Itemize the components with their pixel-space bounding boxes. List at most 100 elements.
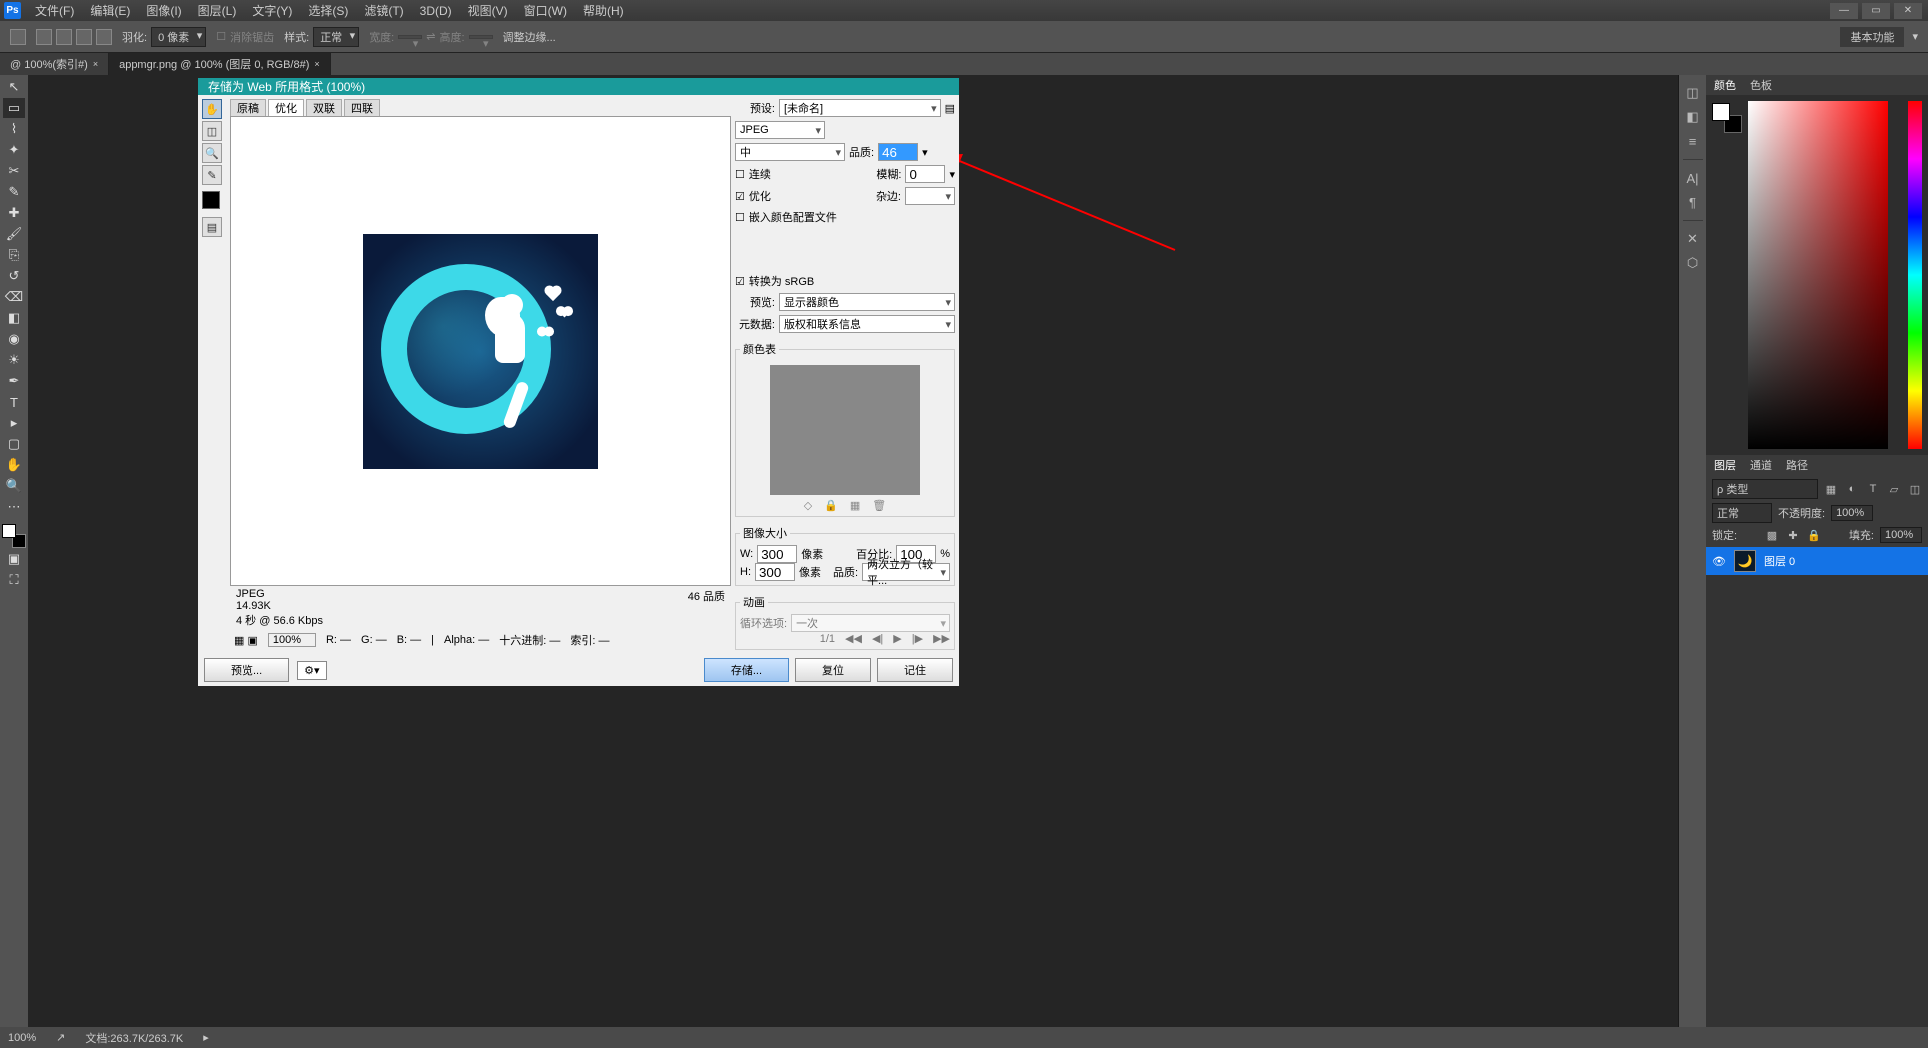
ct-delete-icon[interactable]: 🗑	[872, 499, 886, 512]
foreground-color[interactable]	[2, 524, 16, 538]
foreground-swatch[interactable]	[1712, 103, 1730, 121]
refine-edge-button[interactable]: 调整边缘...	[503, 29, 556, 45]
color-panel-swatches[interactable]	[1712, 103, 1742, 133]
menu-window[interactable]: 窗口(W)	[516, 2, 575, 19]
minimize-button[interactable]: —	[1830, 3, 1858, 19]
eyedropper-color-swatch[interactable]	[202, 191, 220, 209]
fill-input[interactable]: 100%	[1880, 527, 1922, 543]
close-button[interactable]: ✕	[1894, 3, 1922, 19]
layer-name[interactable]: 图层 0	[1764, 553, 1795, 569]
menu-layer[interactable]: 图层(L)	[190, 2, 245, 19]
history-panel-icon[interactable]: ◫	[1683, 83, 1703, 103]
document-tab-2[interactable]: appmgr.png @ 100% (图层 0, RGB/8#) ×	[109, 53, 331, 75]
opacity-input[interactable]: 100%	[1831, 505, 1873, 521]
preset-menu-icon[interactable]: ▤	[945, 102, 955, 115]
style-select[interactable]: 正常	[313, 27, 359, 47]
tab-original[interactable]: 原稿	[230, 99, 266, 117]
layer-thumbnail[interactable]: 🌙	[1734, 550, 1756, 572]
quality-input[interactable]	[878, 143, 918, 161]
ct-map-icon[interactable]: ▦	[850, 499, 860, 512]
toggle-slices-icon[interactable]: ▤	[202, 217, 222, 237]
intersect-selection-icon[interactable]	[96, 29, 112, 45]
remember-button[interactable]: 记住	[877, 658, 953, 682]
color-swatches[interactable]	[2, 524, 26, 548]
marquee-tool-icon[interactable]	[10, 29, 26, 45]
layers-tab[interactable]: 图层	[1714, 457, 1736, 473]
menu-edit[interactable]: 编辑(E)	[82, 2, 138, 19]
move-tool-icon[interactable]: ↖	[3, 77, 25, 97]
color-table[interactable]	[770, 365, 920, 495]
type-panel-icon[interactable]: A|	[1683, 168, 1703, 188]
zoom-tool-icon[interactable]: 🔍	[202, 143, 222, 163]
save-button[interactable]: 存储...	[704, 658, 789, 682]
filter-text-icon[interactable]: T	[1866, 483, 1880, 495]
ct-lock-icon[interactable]: 🔒	[824, 499, 838, 512]
lock-all-icon[interactable]: 🔒	[1807, 529, 1821, 541]
hand-tool-icon[interactable]: ✋	[202, 99, 222, 119]
visibility-icon[interactable]: 👁	[1712, 555, 1726, 568]
format-select[interactable]: JPEG	[735, 121, 825, 139]
optimized-checkbox[interactable]: ☑ 优化	[735, 188, 771, 204]
properties-panel-icon[interactable]: ◧	[1683, 107, 1703, 127]
swatches-tab[interactable]: 色板	[1750, 77, 1772, 93]
arrow-icon[interactable]: ↗	[56, 1031, 65, 1044]
hue-slider[interactable]	[1908, 101, 1922, 449]
convert-srgb-checkbox[interactable]: ☑ 转换为 sRGB	[735, 273, 814, 289]
channels-tab[interactable]: 通道	[1750, 457, 1772, 473]
eyedropper-tool-icon[interactable]: ✎	[3, 182, 25, 202]
preview-button[interactable]: 预览...	[204, 658, 289, 682]
matte-select[interactable]	[905, 187, 955, 205]
brush-tool-icon[interactable]: 🖌	[3, 224, 25, 244]
marquee-tool-icon[interactable]: ▭	[3, 98, 25, 118]
zoom-tool-icon[interactable]: 🔍	[3, 476, 25, 496]
workspace-dropdown-icon[interactable]: ▾	[1912, 30, 1918, 43]
menu-help[interactable]: 帮助(H)	[575, 2, 632, 19]
filter-smart-icon[interactable]: ◫	[1908, 483, 1922, 495]
preset-select[interactable]: [未命名]	[779, 99, 941, 117]
feather-input[interactable]: 0 像素	[151, 27, 206, 47]
ct-new-icon[interactable]: ◇	[804, 499, 812, 512]
doc-size-readout[interactable]: 文档:263.7K/263.7K	[85, 1030, 183, 1046]
slice-select-tool-icon[interactable]: ◫	[202, 121, 222, 141]
menu-3d[interactable]: 3D(D)	[412, 4, 460, 18]
new-selection-icon[interactable]	[36, 29, 52, 45]
paths-tab[interactable]: 路径	[1786, 457, 1808, 473]
color-field[interactable]	[1748, 101, 1888, 449]
progressive-checkbox[interactable]: ☐ 连续	[735, 166, 771, 182]
menu-view[interactable]: 视图(V)	[460, 2, 516, 19]
metadata-select[interactable]: 版权和联系信息	[779, 315, 955, 333]
pen-tool-icon[interactable]: ✒	[3, 371, 25, 391]
height-input[interactable]	[755, 563, 795, 581]
history-brush-tool-icon[interactable]: ↺	[3, 266, 25, 286]
blur-dropdown-icon[interactable]: ▾	[949, 168, 955, 181]
filter-shape-icon[interactable]: ▱	[1887, 483, 1901, 495]
magic-wand-tool-icon[interactable]: ✦	[3, 140, 25, 160]
3d-panel-icon[interactable]: ⬡	[1683, 253, 1703, 273]
blur-input[interactable]	[905, 165, 945, 183]
add-selection-icon[interactable]	[56, 29, 72, 45]
dodge-tool-icon[interactable]: ☀	[3, 350, 25, 370]
tab-close-icon[interactable]: ×	[314, 59, 319, 69]
clone-stamp-tool-icon[interactable]: ⎘	[3, 245, 25, 265]
path-selection-tool-icon[interactable]: ▸	[3, 413, 25, 433]
layer-row[interactable]: 👁 🌙 图层 0	[1706, 547, 1928, 575]
blur-tool-icon[interactable]: ◉	[3, 329, 25, 349]
cancel-button[interactable]: 复位	[795, 658, 871, 682]
tab-optimized[interactable]: 优化	[268, 99, 304, 117]
lock-position-icon[interactable]: ✚	[1786, 529, 1800, 541]
eyedropper-tool-icon[interactable]: ✎	[202, 165, 222, 185]
edit-toolbar-icon[interactable]: ⋯	[3, 497, 25, 517]
maximize-button[interactable]: ▭	[1862, 3, 1890, 19]
menu-image[interactable]: 图像(I)	[138, 2, 189, 19]
lock-pixels-icon[interactable]: ▩	[1765, 529, 1779, 541]
layer-filter-select[interactable]: ρ 类型	[1712, 479, 1818, 499]
filter-adjustment-icon[interactable]: ◐	[1845, 483, 1859, 495]
width-input[interactable]	[757, 545, 797, 563]
compression-select[interactable]: 中	[735, 143, 845, 161]
shape-tool-icon[interactable]: ▢	[3, 434, 25, 454]
browser-preview-icon[interactable]: ⚙▾	[297, 661, 326, 680]
tab-close-icon[interactable]: ×	[93, 59, 98, 69]
menu-filter[interactable]: 滤镜(T)	[356, 2, 411, 19]
adjustments-panel-icon[interactable]: ✕	[1683, 229, 1703, 249]
zoom-mode-icon[interactable]: ▦ ▣	[234, 634, 258, 647]
